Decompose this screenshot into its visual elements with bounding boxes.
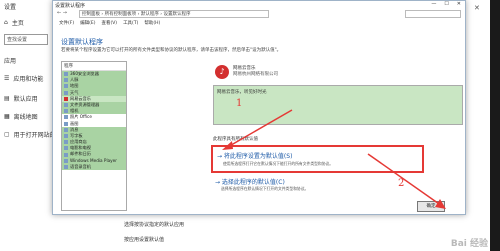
sidebar-item-label: 默认应用: [13, 96, 38, 103]
list-item[interactable]: 语音录音机: [62, 163, 126, 170]
app-icon: [64, 146, 68, 151]
defaults-status: 此程序具有所有默认值: [213, 137, 258, 142]
list-icon: ☰: [4, 75, 10, 82]
menu-edit[interactable]: 编辑(E): [80, 20, 95, 26]
app-icon: [64, 96, 68, 101]
app-description: 网易云音乐，听见好时光: [217, 90, 267, 95]
app-icon: [64, 127, 68, 132]
app-icon: [64, 121, 68, 126]
app-icon: [64, 109, 68, 114]
app-icon: [64, 133, 68, 138]
app-icon: [64, 164, 68, 169]
close-icon[interactable]: ✕: [474, 4, 480, 12]
settings-title: 设置: [4, 4, 17, 11]
menu-file[interactable]: 文件(F): [59, 20, 74, 26]
ok-button[interactable]: 确定: [417, 201, 445, 212]
choose-defaults-link[interactable]: → 选择此程序的默认值(C): [215, 177, 285, 186]
sidebar-item-label: 离线地图: [13, 114, 38, 121]
back-forward-icon[interactable]: ← →: [57, 10, 67, 16]
list-item-label: 语音录音机: [70, 163, 91, 169]
app-icon: [64, 115, 68, 120]
link-app-defaults[interactable]: 按应用设置默认值: [124, 236, 164, 243]
set-as-default-link[interactable]: → 将此程序设置为默认值(S): [217, 151, 292, 160]
minimize-icon[interactable]: —: [431, 1, 436, 7]
link-icon: ▢: [4, 131, 10, 138]
program-list-header: 程序: [62, 62, 126, 71]
app-icon: [64, 103, 68, 108]
sidebar-item-apps-features[interactable]: ☰ 应用和功能: [4, 74, 43, 83]
app-icon: [64, 78, 68, 83]
annotation-number-2: 2: [398, 178, 405, 189]
program-detail-panel: ♪ 网易云音乐 网易杭州网络有限公司 网易云音乐，听见好时光 此程序具有所有默认…: [131, 61, 463, 211]
menu-help[interactable]: 帮助(H): [144, 20, 160, 26]
watermark: Bai 经验: [450, 239, 488, 249]
menu-bar: 文件(F) 编辑(E) 查看(V) 工具(T) 帮助(H): [59, 20, 160, 26]
app-icon: [64, 140, 68, 145]
choose-defaults-desc: 选择所选程序在默认情况下打开的文件类型和协议。: [221, 186, 309, 191]
app-icon: [64, 90, 68, 95]
window-controls: — ☐ ✕: [431, 1, 461, 7]
page-description: 若要将某个程序设置为它可以打开的所有文件类型和协议的默认程序，请单击该程序，然后…: [61, 48, 282, 53]
annotation-number-1: 1: [236, 98, 243, 109]
maximize-icon[interactable]: ☐: [444, 1, 448, 7]
set-as-default-desc: 使用所选程序打开它在默认情况下能打开的所有文件类型和协议。: [223, 161, 334, 166]
map-icon: ▦: [4, 113, 10, 120]
sidebar-item-label: 应用和功能: [13, 76, 44, 83]
app-icon: [64, 152, 68, 157]
close-icon[interactable]: ✕: [457, 1, 461, 7]
address-bar[interactable]: 控制面板 › 所有控制面板项 › 默认程序 › 设置默认程序: [79, 10, 269, 18]
app-icon: [64, 72, 68, 77]
home-label: 主页: [11, 20, 24, 27]
app-publisher: 网易杭州网络有限公司: [233, 72, 278, 77]
home-icon: ⌂: [4, 19, 8, 26]
sidebar-item-home[interactable]: ⌂ 主页: [4, 18, 24, 27]
control-panel-search-input[interactable]: [405, 10, 461, 18]
menu-view[interactable]: 查看(V): [101, 20, 117, 26]
sidebar-item-offline-maps[interactable]: ▦ 离线地图: [4, 112, 38, 121]
default-apps-icon: ▤: [4, 95, 10, 102]
window-title: 设置默认程序: [55, 3, 86, 9]
app-icon: [64, 158, 68, 163]
desktop-edge: [490, 0, 500, 251]
set-as-default-option[interactable]: → 将此程序设置为默认值(S) 使用所选程序打开它在默认情况下能打开的所有文件类…: [211, 145, 424, 173]
sidebar-item-default-apps[interactable]: ▤ 默认应用: [4, 94, 38, 103]
app-description-box: 网易云音乐，听见好时光: [213, 85, 463, 125]
menu-tools[interactable]: 工具(T): [123, 20, 138, 26]
section-title: 应用: [4, 58, 17, 65]
program-list[interactable]: 程序 360安全浏览器 人脉 地图 天气 网易云音乐 文件资源管理器 相机 照片…: [61, 61, 127, 211]
link-protocol-defaults[interactable]: 选择按协议指定的默认应用: [124, 221, 184, 228]
page-title: 设置默认程序: [61, 38, 103, 46]
settings-search-input[interactable]: 查找设置: [4, 34, 48, 45]
app-icon: [64, 84, 68, 89]
netease-music-icon: ♪: [215, 65, 229, 79]
